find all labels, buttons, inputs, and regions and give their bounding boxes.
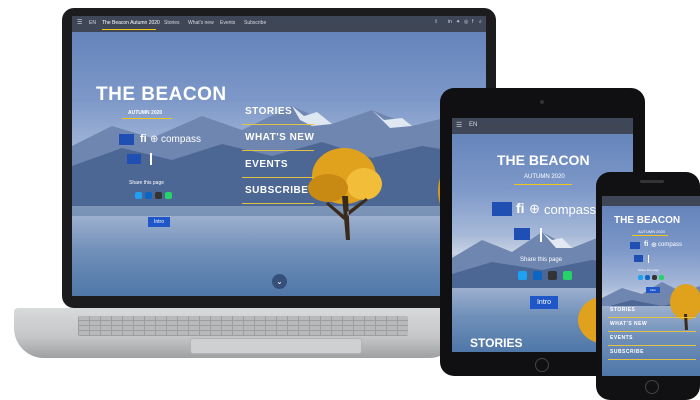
phone-home-button[interactable] [645,380,659,394]
compass-icon: ⊕ [651,242,657,249]
language-selector[interactable]: EN [469,122,477,128]
eu-flag-icon [630,242,640,249]
navbar [602,196,700,206]
linkedin-share-button[interactable] [645,275,650,280]
stories-heading: STORIES [470,336,523,350]
whatsapp-share-button[interactable] [659,275,664,280]
menu-item-subscribe[interactable]: SUBSCRIBE [245,185,308,196]
hero-subtitle: AUTUMN 2020 [128,110,163,116]
eib-logo [150,153,182,165]
linkedin-share-button[interactable] [145,192,152,199]
linkedin-icon[interactable]: in [448,19,452,25]
nav-link-stories[interactable]: Stories [164,20,180,26]
phone-speaker [640,180,664,183]
nav-link-whats-new[interactable]: What's new [188,20,214,26]
laptop-keyboard [78,316,408,336]
eib-logo [540,228,568,242]
menu-divider [242,124,314,125]
email-share-button[interactable] [155,192,162,199]
nav-link-subscribe[interactable]: Subscribe [244,20,266,26]
fi-compass-label: compass [658,242,683,248]
menu-item-stories[interactable]: STORIES [245,106,292,117]
menu-item-whats-new[interactable]: WHAT'S NEW [245,132,314,143]
share-icon[interactable]: ⇧ [434,19,438,25]
share-label: Share this page [129,180,165,186]
compass-icon: ⊕ [150,134,159,145]
twitter-share-button[interactable] [135,192,142,199]
hero-subtitle-underline [122,118,172,119]
compass-icon: ⊕ [529,201,540,216]
tablet-home-button[interactable] [535,358,549,372]
menu-divider [242,177,314,178]
fi-logo: fi [516,200,525,216]
eu-flag-icon [492,202,512,216]
share-label: Share this page [638,268,660,272]
search-icon[interactable]: ⌕ [479,19,482,25]
fi-compass-label: compass [161,134,202,145]
scroll-down-icon[interactable]: ⌄ [272,274,287,289]
eib-logo [648,255,663,263]
hero-subtitle: AUTUMN 2020 [638,229,666,234]
eu-commission-logo [634,255,643,262]
twitter-share-button[interactable] [518,271,527,280]
phone-screen: THE BEACON AUTUMN 2020 fi ⊕ compass Shar… [602,196,700,376]
intro-button[interactable]: Intro [646,287,660,293]
fi-logo: fi [140,133,147,145]
eu-flag-icon [119,134,134,145]
tree-image [670,284,700,330]
eu-commission-logo [514,228,530,240]
email-share-button[interactable] [652,275,657,280]
twitter-icon[interactable]: ✦ [456,19,460,25]
intro-button[interactable]: Intro [148,217,170,227]
nav-active-underline [102,29,156,30]
whatsapp-share-button[interactable] [563,271,572,280]
menu-item-events[interactable]: EVENTS [245,159,288,170]
eu-commission-logo [127,154,141,164]
fi-compass-label: compass [544,202,597,217]
linkedin-share-button[interactable] [533,271,542,280]
hero-title: THE BEACON [614,215,681,226]
instagram-icon[interactable]: ◎ [464,19,468,25]
menu-item-subscribe[interactable]: SUBSCRIBE [610,349,644,355]
navbar [452,118,633,134]
hero-title: THE BEACON [497,152,590,168]
laptop-trackpad [190,338,362,354]
tablet-camera [540,100,544,104]
intro-button[interactable]: Intro [530,296,558,309]
hamburger-icon[interactable]: ☰ [77,19,82,26]
share-label: Share this page [520,257,563,263]
hero-title: THE BEACON [96,84,227,105]
fi-logo: fi [644,241,649,248]
menu-item-events[interactable]: EVENTS [610,335,633,341]
menu-divider [608,359,696,360]
menu-divider [608,345,696,346]
menu-divider [608,317,696,318]
twitter-share-button[interactable] [638,275,643,280]
hero-subtitle: AUTUMN 2020 [524,174,565,180]
hamburger-icon[interactable]: ☰ [456,121,462,129]
hero-subtitle-underline [632,235,668,236]
facebook-icon[interactable]: f [472,19,473,25]
menu-item-whats-new[interactable]: WHAT'S NEW [610,321,647,327]
menu-divider [242,203,314,204]
whatsapp-share-button[interactable] [165,192,172,199]
hero-subtitle-underline [514,184,572,185]
nav-site-title[interactable]: The Beacon Autumn 2020 [102,20,160,26]
laptop-screen: ☰ EN The Beacon Autumn 2020 Stories What… [72,16,486,296]
menu-divider [608,331,696,332]
email-share-button[interactable] [548,271,557,280]
language-selector[interactable]: EN [89,20,96,26]
menu-item-stories[interactable]: STORIES [610,307,635,313]
nav-link-events[interactable]: Events [220,20,235,26]
menu-divider [242,150,314,151]
